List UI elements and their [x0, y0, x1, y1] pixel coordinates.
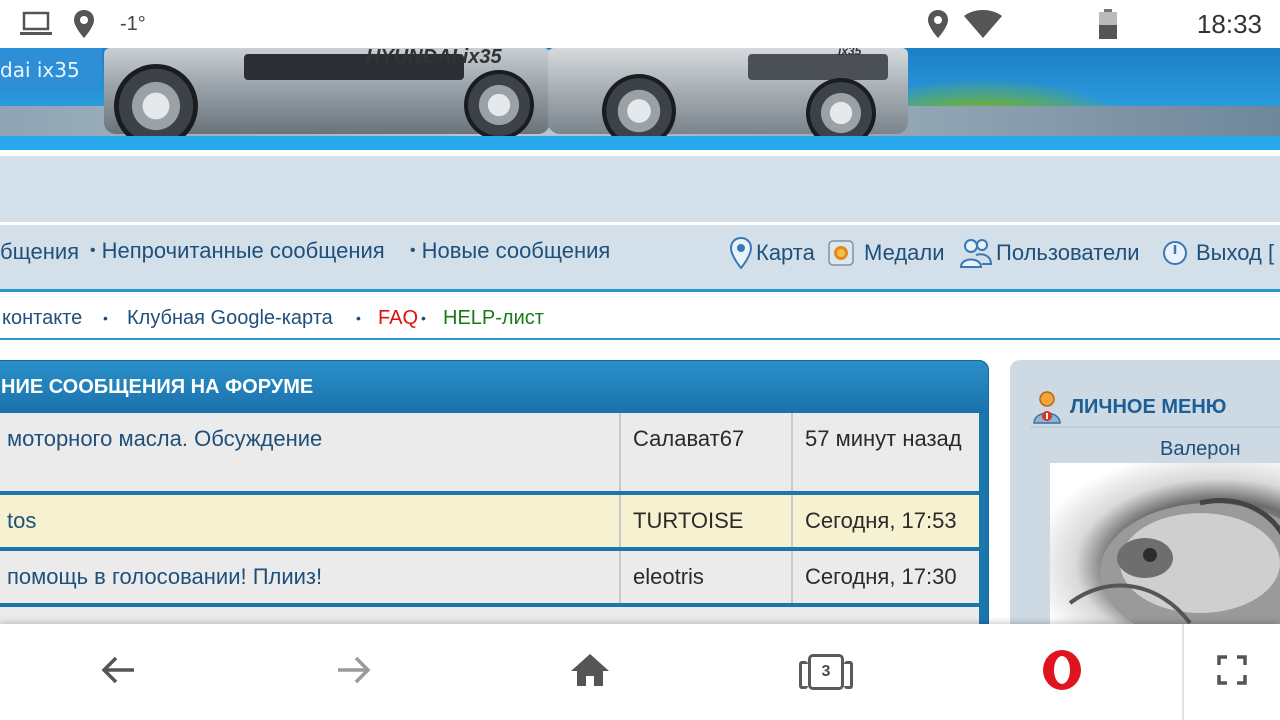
home-icon: [570, 653, 610, 692]
nav-link-new[interactable]: • Новые сообщения: [410, 225, 610, 277]
status-bar: -1° 18:33: [0, 0, 1280, 48]
link-help[interactable]: HELP-лист: [443, 296, 544, 340]
nav-link-medals[interactable]: Медали: [828, 225, 945, 281]
forward-button[interactable]: [324, 624, 384, 720]
link-faq[interactable]: FAQ: [378, 296, 418, 340]
browser-screen: -1° 18:33 HYUNDAI ix35 ix35 dai ix35 бще…: [0, 0, 1280, 720]
arrow-left-icon: [100, 655, 136, 690]
table-row[interactable]: помощь в голосовании! Плииз! eleotris Се…: [0, 551, 979, 605]
nav-link-users[interactable]: Пользователи: [960, 225, 1140, 281]
nav-link-logout-label: Выход [: [1196, 240, 1275, 265]
browser-bottom-bar: 3: [0, 624, 1280, 720]
post-title-link[interactable]: моторного масла. Обсуждение: [7, 413, 617, 491]
opera-logo-icon: [1041, 649, 1083, 696]
nav-link-unread-label: Непрочитанные сообщения: [101, 238, 385, 263]
fullscreen-icon: [1217, 654, 1247, 690]
nav-link-map[interactable]: Карта: [730, 225, 815, 281]
tab-count: 3: [799, 654, 853, 690]
battery-icon: [1098, 0, 1118, 48]
location-pin-icon: [74, 0, 94, 48]
post-author[interactable]: TURTOISE: [619, 495, 789, 547]
nav-link-map-label: Карта: [756, 240, 815, 265]
post-date: Сегодня, 17:30: [791, 551, 979, 603]
table-row[interactable]: моторного масла. Обсуждение Салават67 57…: [0, 413, 979, 493]
panel-title: НИЕ СООБЩЕНИЯ НА ФОРУМЕ: [1, 375, 314, 398]
nav-link-new-label: Новые сообщения: [421, 238, 611, 263]
back-button[interactable]: [88, 624, 148, 720]
post-title-link[interactable]: tos: [7, 495, 617, 547]
secondary-links-bar: контакте • Клубная Google-карта • FAQ • …: [0, 296, 1280, 340]
car-badge: HYUNDAI ix35: [366, 48, 502, 68]
header-strip: [0, 156, 1280, 222]
car-image-rear: ix35: [548, 48, 908, 148]
medal-icon: [828, 240, 854, 266]
nav-link-medals-label: Медали: [864, 240, 945, 265]
opera-menu-button[interactable]: [1032, 624, 1092, 720]
temperature-text: -1°: [120, 12, 146, 35]
banner-stripe: [0, 136, 1280, 150]
location-pin-icon: [928, 0, 948, 48]
fullscreen-button[interactable]: [1202, 624, 1262, 720]
table-row[interactable]: tos TURTOISE Сегодня, 17:53: [0, 495, 979, 549]
map-pin-icon: [730, 237, 752, 269]
link-vkontakte[interactable]: контакте: [2, 296, 82, 340]
nav-link-unread[interactable]: • Непрочитанные сообщения: [90, 225, 385, 277]
link-google-map[interactable]: Клубная Google-карта: [127, 296, 333, 340]
nav-link-users-label: Пользователи: [996, 240, 1140, 265]
avatar[interactable]: [1050, 463, 1280, 633]
main-navbar: бщения • Непрочитанные сообщения • Новые…: [0, 225, 1280, 289]
arrow-right-icon: [336, 655, 372, 690]
post-date: 57 минут назад: [791, 413, 979, 491]
home-button[interactable]: [560, 624, 620, 720]
car-badge-small: ix35: [838, 48, 862, 58]
nav-link-messages[interactable]: бщения: [0, 225, 79, 279]
user-info-icon: [1032, 390, 1066, 424]
forum-banner[interactable]: HYUNDAI ix35 ix35 dai ix35: [0, 48, 1280, 150]
post-author[interactable]: eleotris: [619, 551, 789, 603]
post-author[interactable]: Салават67: [619, 413, 789, 491]
laptop-icon: [20, 0, 52, 48]
tabs-button[interactable]: 3: [796, 624, 856, 720]
panel-header: НИЕ СООБЩЕНИЯ НА ФОРУМЕ: [0, 361, 988, 413]
banner-model-tag: dai ix35: [0, 48, 102, 92]
clock-time: 18:33: [1196, 8, 1262, 39]
username-link[interactable]: Валерон: [1160, 438, 1241, 461]
power-icon: [1162, 240, 1188, 266]
wifi-icon: [964, 0, 1002, 48]
users-icon: [960, 238, 992, 268]
post-title-link[interactable]: помощь в голосовании! Плииз!: [7, 551, 617, 603]
post-date: Сегодня, 17:53: [791, 495, 979, 547]
car-image-front: HYUNDAI ix35: [104, 48, 550, 148]
latest-posts-panel: НИЕ СООБЩЕНИЯ НА ФОРУМЕ моторного масла.…: [0, 360, 989, 647]
personal-menu-title: ЛИЧНОЕ МЕНЮ: [1070, 395, 1227, 418]
nav-link-logout[interactable]: Выход [: [1162, 225, 1274, 281]
